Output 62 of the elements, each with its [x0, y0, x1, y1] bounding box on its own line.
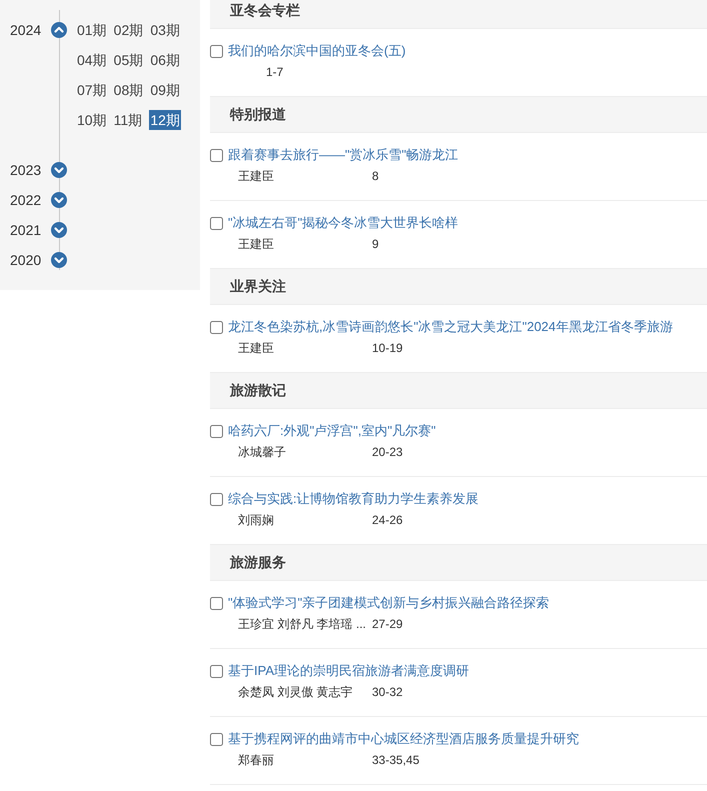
author-text: 王珍宜 刘舒凡 李培瑶 ...: [238, 617, 366, 631]
author-text: 王建臣: [238, 169, 274, 183]
article-title-link[interactable]: 跟着赛事去旅行——"赏冰乐雪"畅游龙江: [228, 146, 458, 164]
section-header: 业界关注: [210, 269, 707, 305]
issue-link[interactable]: 01期: [76, 20, 108, 40]
article-checkbox[interactable]: [210, 216, 223, 230]
section-header: 旅游散记: [210, 373, 707, 409]
page-range: 9: [372, 236, 379, 252]
issue-link[interactable]: 02期: [112, 20, 144, 40]
author-text: 刘雨娴: [238, 513, 274, 527]
article-title-link[interactable]: 综合与实践:让博物馆教育助力学生素养发展: [228, 490, 479, 508]
year-label[interactable]: 2023: [10, 160, 50, 180]
issue-link[interactable]: 11期: [112, 110, 144, 130]
article-checkbox[interactable]: [210, 732, 223, 746]
article-title-link[interactable]: 龙江冬色染苏杭,冰雪诗画韵悠长"冰雪之冠大美龙江"2024年黑龙江省冬季旅游: [228, 318, 673, 336]
year-label[interactable]: 2022: [10, 190, 50, 210]
year-label[interactable]: 2021: [10, 220, 50, 240]
year-label[interactable]: 2024: [10, 20, 50, 40]
section-header: 特别报道: [210, 97, 707, 133]
article-checkbox[interactable]: [210, 424, 223, 438]
article-title-link[interactable]: 基于携程网评的曲靖市中心城区经济型酒店服务质量提升研究: [228, 730, 579, 748]
issue-link[interactable]: 08期: [112, 80, 144, 100]
author-text: 余楚凤 刘灵傲 黄志宇: [238, 685, 353, 699]
page-range: 10-19: [372, 340, 403, 356]
issue-link[interactable]: 06期: [149, 50, 181, 70]
expand-icon[interactable]: [51, 252, 67, 268]
issue-link[interactable]: 05期: [112, 50, 144, 70]
page-range: 20-23: [372, 444, 403, 460]
article-checkbox[interactable]: [210, 596, 223, 610]
article-title-link[interactable]: 基于IPA理论的崇明民宿旅游者满意度调研: [228, 662, 469, 680]
author-text: 王建臣: [238, 341, 274, 355]
article-checkbox[interactable]: [210, 664, 223, 678]
article-checkbox[interactable]: [210, 492, 223, 506]
article-checkbox[interactable]: [210, 148, 223, 162]
page-range: 30-32: [372, 684, 403, 700]
issue-link[interactable]: 04期: [76, 50, 108, 70]
expand-icon[interactable]: [51, 192, 67, 208]
author-text: 王建臣: [238, 237, 274, 251]
issue-link[interactable]: 09期: [149, 80, 181, 100]
page-range: 33-35,45: [372, 752, 420, 768]
page-range: 1-7: [266, 64, 284, 80]
section-header: 亚冬会专栏: [210, 0, 707, 29]
issue-link[interactable]: 10期: [76, 110, 108, 130]
author-text: 郑春丽: [238, 753, 274, 767]
expand-icon[interactable]: [51, 222, 67, 238]
article-title-link[interactable]: 我们的哈尔滨中国的亚冬会(五): [228, 42, 406, 60]
section-header: 旅游服务: [210, 545, 707, 581]
page-range: 27-29: [372, 616, 403, 632]
article-checkbox[interactable]: [210, 320, 223, 334]
issue-link[interactable]: 03期: [149, 20, 181, 40]
collapse-icon[interactable]: [51, 22, 67, 38]
year-label[interactable]: 2020: [10, 250, 50, 270]
page-range: 24-26: [372, 512, 403, 528]
article-title-link[interactable]: 哈药六厂:外观"卢浮宫",室内"凡尔赛": [228, 422, 436, 440]
article-title-link[interactable]: "体验式学习"亲子团建模式创新与乡村振兴融合路径探索: [228, 594, 550, 612]
author-text: 冰城馨子: [238, 445, 286, 459]
issue-link[interactable]: 07期: [76, 80, 108, 100]
article-checkbox[interactable]: [210, 44, 223, 58]
issue-link[interactable]: 12期: [149, 110, 181, 130]
expand-icon[interactable]: [51, 162, 67, 178]
page-range: 8: [372, 168, 379, 184]
article-title-link[interactable]: "冰城左右哥"揭秘今冬冰雪大世界长啥样: [228, 214, 458, 232]
